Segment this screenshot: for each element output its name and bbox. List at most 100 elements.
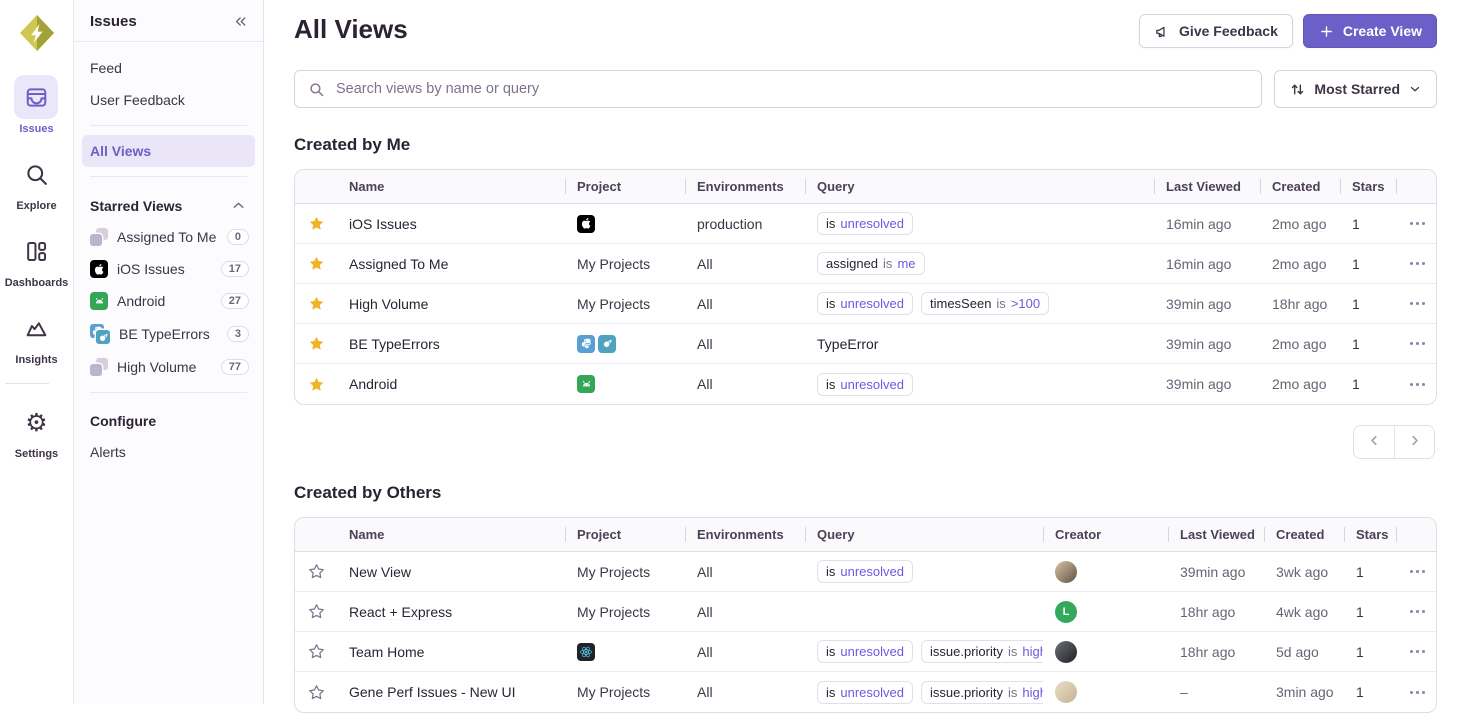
table-row: Assigned To Me My Projects All assignedi… (295, 244, 1436, 284)
row-menu-button[interactable] (1404, 379, 1430, 390)
column-header-stars: Stars (1344, 518, 1396, 551)
table-row: Android All isunresolved 39min ago 2mo a… (295, 364, 1436, 404)
sidebar-item-user-feedback[interactable]: User Feedback (74, 84, 263, 116)
starred-view-ios-issues[interactable]: iOS Issues 17 (74, 253, 263, 285)
project-name: My Projects (577, 604, 650, 620)
sort-label: Most Starred (1314, 81, 1400, 97)
project-name: My Projects (577, 296, 650, 312)
star-toggle[interactable] (295, 563, 337, 580)
timestamp: 4wk ago (1276, 604, 1328, 620)
row-menu-button[interactable] (1404, 687, 1430, 698)
timestamp: 18hr ago (1180, 604, 1235, 620)
star-toggle[interactable] (295, 603, 337, 620)
create-view-label: Create View (1343, 23, 1422, 39)
table-row: iOS Issues production isunresolved 16min… (295, 204, 1436, 244)
rail-item-issues[interactable]: Issues (5, 75, 69, 135)
view-name-link[interactable]: iOS Issues (349, 216, 417, 232)
chevron-up-icon[interactable] (230, 197, 247, 214)
created-by-others-table: NameProjectEnvironmentsQueryCreatorLast … (294, 517, 1437, 713)
sidebar-item-alerts[interactable]: Alerts (74, 436, 263, 468)
stars-count: 1 (1344, 564, 1396, 580)
query-chip: issue.priorityishigh (921, 640, 1043, 663)
view-name-link[interactable]: New View (349, 564, 411, 580)
view-name-link[interactable]: Gene Perf Issues - New UI (349, 684, 516, 700)
chevron-left-icon (1366, 432, 1383, 452)
created-by-others-heading: Created by Others (294, 483, 1437, 503)
chevron-down-icon (1408, 82, 1422, 96)
starred-view-high-volume[interactable]: High Volume 77 (74, 351, 263, 383)
stars-count: 1 (1340, 376, 1396, 392)
stars-count: 1 (1344, 604, 1396, 620)
starred-view-be-typeerrors[interactable]: BE TypeErrors 3 (74, 317, 263, 351)
rail-item-dashboards[interactable]: Dashboards (5, 229, 69, 289)
view-name-link[interactable]: Android (349, 376, 397, 392)
sidebar-item-all-views[interactable]: All Views (82, 135, 255, 167)
create-view-button[interactable]: Create View (1303, 14, 1437, 48)
row-menu-button[interactable] (1404, 258, 1430, 269)
column-header-environments: Environments (685, 170, 805, 203)
star-toggle[interactable] (295, 643, 337, 660)
star-toggle[interactable] (295, 295, 337, 312)
view-name-link[interactable]: Assigned To Me (349, 256, 448, 272)
configure-heading: Configure (90, 413, 156, 429)
timestamp: 16min ago (1166, 216, 1231, 232)
view-name-link[interactable]: BE TypeErrors (349, 336, 440, 352)
timestamp: 18hr ago (1272, 296, 1327, 312)
table-header-row: NameProjectEnvironmentsQueryCreatorLast … (295, 518, 1436, 552)
query-chip: isunresolved (817, 681, 913, 704)
timestamp: 39min ago (1166, 296, 1231, 312)
divider (90, 125, 247, 126)
timestamp: 5d ago (1276, 644, 1319, 660)
sidebar-collapse-button[interactable] (232, 13, 249, 30)
star-toggle[interactable] (295, 215, 337, 232)
give-feedback-button[interactable]: Give Feedback (1139, 14, 1293, 48)
starred-views-heading: Starred Views (90, 198, 182, 214)
rail-item-settings[interactable]: ⚙ Settings (5, 400, 69, 460)
row-menu-button[interactable] (1404, 566, 1430, 577)
row-menu-button[interactable] (1404, 606, 1430, 617)
star-toggle[interactable] (295, 376, 337, 393)
star-toggle[interactable] (295, 335, 337, 352)
rail-item-insights[interactable]: Insights (5, 306, 69, 366)
creator-avatar (1055, 641, 1077, 663)
table-row: High Volume My Projects All isunresolved… (295, 284, 1436, 324)
column-header-project: Project (565, 170, 685, 203)
timestamp: 2mo ago (1272, 336, 1326, 352)
environments-value: All (685, 376, 805, 392)
pagination (1353, 425, 1435, 459)
search-box (294, 70, 1262, 108)
sidebar-item-feed[interactable]: Feed (74, 52, 263, 84)
view-name-link[interactable]: React + Express (349, 604, 452, 620)
star-toggle[interactable] (295, 255, 337, 272)
query-text: TypeError (817, 336, 878, 352)
starred-view-label: BE TypeErrors (119, 326, 218, 342)
starred-view-android[interactable]: Android 27 (74, 285, 263, 317)
rail-item-explore[interactable]: Explore (5, 152, 69, 212)
project-name: My Projects (577, 684, 650, 700)
sentry-logo[interactable] (15, 11, 59, 55)
next-page-button[interactable] (1394, 426, 1434, 458)
query-chip: isunresolved (817, 373, 913, 396)
table-row: New View My Projects All isunresolved 39… (295, 552, 1436, 592)
star-toggle[interactable] (295, 684, 337, 701)
creator-avatar (1055, 561, 1077, 583)
search-input[interactable] (334, 80, 1248, 98)
sort-dropdown[interactable]: Most Starred (1274, 70, 1437, 108)
row-menu-button[interactable] (1404, 298, 1430, 309)
row-menu-button[interactable] (1404, 218, 1430, 229)
count-badge: 27 (221, 293, 249, 309)
view-name-link[interactable]: Team Home (349, 644, 424, 660)
project-name: My Projects (577, 256, 650, 272)
settings-icon: ⚙ (14, 400, 58, 444)
column-header-last-viewed: Last Viewed (1168, 518, 1264, 551)
view-name-link[interactable]: High Volume (349, 296, 428, 312)
rail-divider (5, 383, 49, 384)
view-layers-icon (90, 358, 108, 376)
row-menu-button[interactable] (1404, 338, 1430, 349)
starred-view-assigned-to-me[interactable]: Assigned To Me 0 (74, 221, 263, 253)
give-feedback-label: Give Feedback (1179, 23, 1278, 39)
count-badge: 17 (221, 261, 249, 277)
row-menu-button[interactable] (1404, 646, 1430, 657)
query-chip: isunresolved (817, 640, 913, 663)
previous-page-button[interactable] (1354, 426, 1394, 458)
